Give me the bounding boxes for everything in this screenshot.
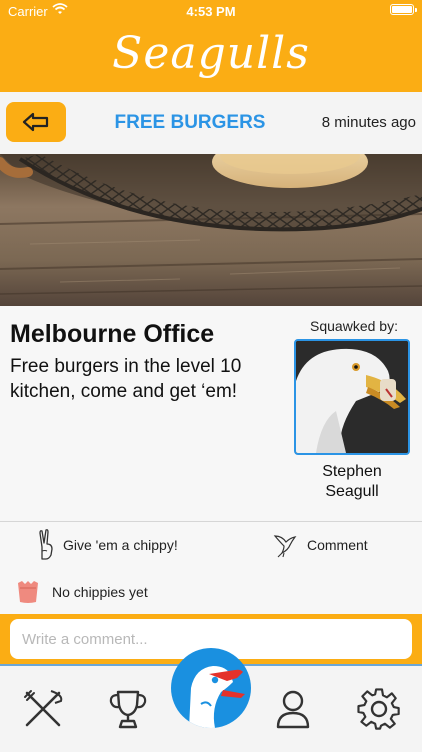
back-button[interactable] [6, 102, 66, 142]
chippies-status: No chippies yet [0, 568, 422, 614]
tab-leaderboard[interactable] [103, 684, 153, 734]
clock: 4:53 PM [186, 4, 236, 19]
chippies-status-text: No chippies yet [52, 584, 148, 600]
author-first-name: Stephen [322, 463, 382, 480]
hand-peace-icon [39, 529, 53, 560]
post-location: Melbourne Office [10, 320, 215, 348]
tab-food[interactable] [18, 684, 68, 734]
tab-home[interactable] [171, 648, 251, 728]
status-bar: Carrier 4:53 PM [0, 0, 422, 22]
post-photo [0, 154, 422, 306]
author-name: Stephen Seagull [294, 462, 410, 502]
author-last-name: Seagull [325, 483, 379, 500]
post-timestamp: 8 minutes ago [321, 114, 416, 131]
seagull-icon [273, 535, 297, 558]
post-content: Melbourne Office Free burgers in the lev… [0, 306, 422, 520]
user-icon [276, 690, 310, 729]
comment-label: Comment [307, 537, 368, 553]
give-chippy-button[interactable]: Give 'em a chippy! [30, 522, 200, 568]
post-actions: Give 'em a chippy! Comment [0, 521, 422, 569]
post-title: FREE BURGERS [114, 112, 266, 133]
seagull-head-icon [189, 666, 245, 728]
tab-profile[interactable] [268, 684, 318, 734]
app-logo: Seagulls [112, 28, 310, 79]
post-titlebar: FREE BURGERS 8 minutes ago [0, 92, 422, 154]
trophy-icon [109, 690, 147, 729]
tab-settings[interactable] [354, 684, 404, 734]
give-chippy-label: Give 'em a chippy! [63, 537, 178, 553]
squawked-by-label: Squawked by: [310, 318, 398, 334]
comment-button[interactable]: Comment [272, 522, 392, 568]
post-message: Free burgers in the level 10 kitchen, co… [10, 356, 242, 402]
chip-bag-icon [18, 581, 38, 603]
app-header: Seagulls [0, 22, 422, 92]
author-avatar[interactable] [294, 339, 410, 455]
battery-icon [390, 4, 417, 15]
fork-knife-icon [24, 690, 63, 727]
gear-icon [357, 688, 400, 730]
back-arrow-icon [22, 112, 49, 132]
